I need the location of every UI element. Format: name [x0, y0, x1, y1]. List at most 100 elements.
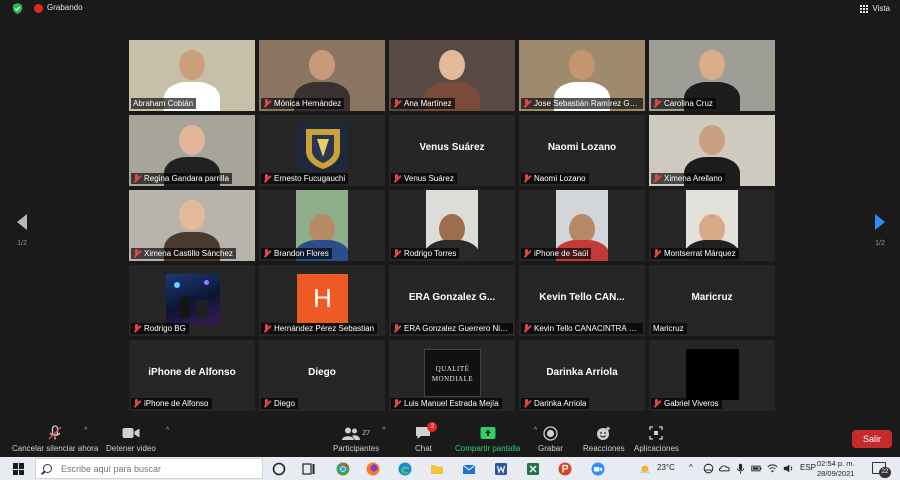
mail-icon[interactable] — [462, 462, 476, 476]
battery-icon[interactable] — [751, 463, 762, 474]
participants-options-caret[interactable]: ^ — [382, 427, 385, 434]
view-button[interactable]: Vista — [860, 2, 890, 15]
participant-tile[interactable]: Ernesto Fucugauchi — [259, 115, 385, 186]
participant-name-tag: Regina Gandara parrilla — [131, 173, 232, 184]
edge-icon[interactable] — [398, 462, 412, 476]
taskbar-search-input[interactable] — [61, 463, 251, 474]
participant-tile[interactable]: H Hernández Pérez Sebastian — [259, 265, 385, 336]
record-button[interactable]: Grabar — [538, 425, 563, 453]
muted-mic-icon — [393, 399, 401, 408]
taskbar-clock[interactable]: 02:54 p. m. 28/09/2021 — [817, 459, 855, 479]
participant-tile[interactable]: Jose Sebastián Ramírez Gaona — [519, 40, 645, 111]
participant-name: Abraham Cobián — [133, 99, 194, 108]
participant-tile[interactable]: iPhone de Alfonso iPhone de Alfonso — [129, 340, 255, 411]
file-explorer-icon[interactable] — [430, 462, 444, 476]
participant-tile[interactable]: Mónica Hernández — [259, 40, 385, 111]
recording-icon — [34, 4, 43, 13]
participant-tile[interactable]: Regina Gandara parrilla — [129, 115, 255, 186]
microphone-tray-icon[interactable] — [735, 463, 746, 474]
mute-options-caret[interactable]: ^ — [84, 427, 87, 434]
participant-name-tag: Carolina Cruz — [651, 98, 716, 109]
participant-name: Maricruz — [653, 324, 684, 333]
muted-mic-icon — [393, 174, 401, 183]
weather-temperature[interactable]: 23°C — [657, 463, 675, 472]
notification-center-icon[interactable]: 22 — [872, 462, 891, 478]
participant-name: Naomi Lozano — [534, 174, 586, 183]
participant-name: Kevin Tello CANACINTRA Celaya — [534, 324, 640, 333]
chat-unread-badge: 2 — [427, 422, 438, 432]
search-icon — [43, 464, 52, 473]
participant-name-tag: Rodrigo Torres — [391, 248, 460, 259]
participant-tile[interactable]: Naomi Lozano Naomi Lozano — [519, 115, 645, 186]
participant-tile[interactable]: Rodrigo Torres — [389, 190, 515, 261]
windows-start-icon[interactable] — [13, 463, 25, 475]
participants-button[interactable]: 27 ^ Participantes — [333, 425, 386, 453]
share-options-caret[interactable]: ^ — [534, 427, 537, 434]
participant-tile[interactable]: Carolina Cruz — [649, 40, 775, 111]
share-screen-button[interactable]: ^ Compartir pantalla — [455, 425, 537, 453]
participant-tile[interactable]: Darinka Arriola Darinka Arriola — [519, 340, 645, 411]
chevron-up-icon[interactable]: ^ — [689, 463, 693, 472]
taskbar-search-box[interactable] — [35, 458, 263, 479]
next-page-button[interactable]: 1/2 — [868, 214, 892, 247]
participant-name-tag: Venus Suárez — [391, 173, 457, 184]
participant-name: ERA Gonzalez Guerrero Nicolas Saul — [404, 324, 510, 333]
network-tray-icon[interactable] — [703, 463, 714, 474]
person-head — [569, 50, 595, 80]
onedrive-cloud-icon[interactable] — [719, 463, 730, 474]
participant-tile[interactable]: Brandon Flores — [259, 190, 385, 261]
shield-icon[interactable] — [12, 3, 23, 14]
page-indicator-right: 1/2 — [875, 240, 885, 247]
mute-button[interactable]: ^ Cancelar silenciar ahora — [12, 425, 98, 453]
chat-button[interactable]: 2 Chat — [415, 422, 438, 453]
participant-name: Ximena Castillo Sánchez — [144, 249, 233, 258]
participant-tile[interactable]: Gabriel Viveros — [649, 340, 775, 411]
participants-icon — [342, 427, 361, 440]
mute-label: Cancelar silenciar ahora — [12, 444, 99, 453]
muted-mic-icon — [393, 99, 401, 108]
firefox-icon[interactable] — [366, 462, 380, 476]
volume-icon[interactable] — [783, 463, 794, 474]
muted-mic-icon — [653, 99, 661, 108]
task-view-icon[interactable] — [302, 462, 316, 476]
muted-mic-icon — [653, 174, 661, 183]
avatar-initial: H — [297, 274, 348, 323]
participant-tile[interactable]: Ana Martínez — [389, 40, 515, 111]
apps-button[interactable]: Aplicaciones — [634, 425, 679, 453]
participant-tile[interactable]: iPhone de Saúl — [519, 190, 645, 261]
participant-tile[interactable]: Ximena Arellano — [649, 115, 775, 186]
participant-tile[interactable]: Rodrigo BG — [129, 265, 255, 336]
apps-icon — [649, 426, 664, 440]
stop-video-button[interactable]: ^ Detener video — [106, 425, 169, 453]
zoom-app-icon[interactable] — [591, 462, 605, 476]
participant-tile[interactable]: Ximena Castillo Sánchez — [129, 190, 255, 261]
cortana-icon[interactable] — [272, 462, 286, 476]
participant-tile[interactable]: Abraham Cobián — [129, 40, 255, 111]
excel-icon[interactable] — [526, 462, 540, 476]
participant-name: Rodrigo Torres — [404, 249, 457, 258]
participant-tile[interactable]: ERA Gonzalez G... ERA Gonzalez Guerrero N… — [389, 265, 515, 336]
reactions-button[interactable]: Reacciones — [583, 425, 625, 453]
participant-name: Brandon Flores — [274, 249, 329, 258]
participant-tile[interactable]: QUALITÉ MONDIALE Luis Manuel Estrada Mejí… — [389, 340, 515, 411]
word-icon[interactable] — [494, 462, 508, 476]
participant-name: Mónica Hernández — [274, 99, 342, 108]
participant-tile[interactable]: Montserrat Márquez — [649, 190, 775, 261]
participant-tile[interactable]: Diego Diego — [259, 340, 385, 411]
wifi-icon[interactable] — [767, 463, 778, 474]
zoom-meeting-window: Grabando Vista 1/2 1/2 Abraham Cobián Món… — [0, 0, 900, 480]
participant-name: Regina Gandara parrilla — [144, 174, 229, 183]
view-label: Vista — [872, 4, 890, 13]
video-options-caret[interactable]: ^ — [166, 427, 169, 434]
participant-tile[interactable]: Kevin Tello CAN... Kevin Tello CANACINTRA… — [519, 265, 645, 336]
chrome-icon[interactable] — [336, 462, 350, 476]
input-language[interactable]: ESP — [800, 463, 816, 472]
participant-name-tag: Naomi Lozano — [521, 173, 589, 184]
leave-button[interactable]: Salir — [852, 430, 892, 448]
muted-mic-icon — [523, 249, 531, 258]
person-head — [699, 50, 725, 80]
previous-page-button[interactable]: 1/2 — [10, 214, 34, 247]
participant-tile[interactable]: Venus Suárez Venus Suárez — [389, 115, 515, 186]
participant-tile[interactable]: Maricruz Maricruz — [649, 265, 775, 336]
powerpoint-icon[interactable] — [558, 462, 572, 476]
